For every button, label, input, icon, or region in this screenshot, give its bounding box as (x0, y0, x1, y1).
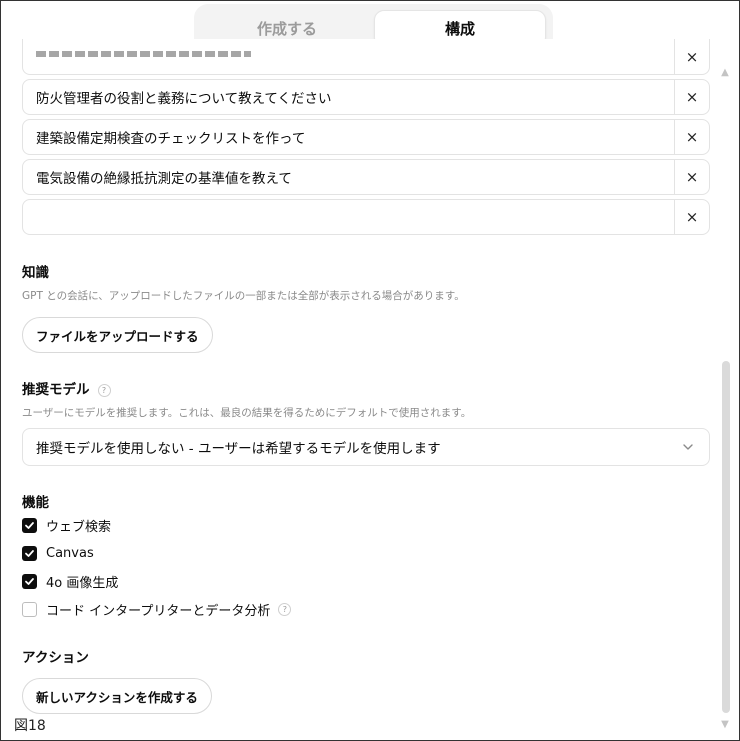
gpt-configure-panel: 作成する 構成 × 防火管理者の役割と義務について教えてください × 建築設備定… (0, 0, 740, 741)
help-icon[interactable]: ? (278, 602, 292, 616)
recommended-model-description: ユーザーにモデルを推奨します。これは、最良の結果を得るためにデフォルトで使用され… (22, 407, 472, 419)
check-icon (25, 521, 34, 529)
capability-canvas[interactable]: Canvas (22, 543, 94, 563)
starter-row-partial: × (22, 39, 710, 75)
starter-row: 建築設備定期検査のチェックリストを作って × (22, 119, 710, 155)
checkbox-checked[interactable] (22, 573, 37, 589)
recommended-model-select[interactable]: 推奨モデルを使用しない - ユーザーは希望するモデルを使用します (22, 428, 710, 466)
figure-caption: 図18 (14, 718, 46, 734)
scroll-up-arrow-icon[interactable]: ▲ (719, 67, 731, 79)
capabilities-heading: 機能 (22, 495, 49, 511)
starter-input-partial[interactable] (23, 39, 674, 74)
remove-starter-button[interactable]: × (674, 120, 709, 154)
check-icon (25, 549, 34, 557)
checkbox-checked[interactable] (22, 517, 37, 533)
capability-code-interpreter[interactable]: コード インタープリターとデータ分析 ? (22, 599, 292, 619)
starter-input[interactable]: 防火管理者の役割と義務について教えてください (23, 80, 674, 114)
remove-starter-button[interactable]: × (674, 39, 709, 74)
scrollbar-thumb[interactable] (722, 361, 730, 713)
capability-web-search[interactable]: ウェブ検索 (22, 515, 111, 535)
remove-starter-button[interactable]: × (674, 160, 709, 194)
checkbox-checked[interactable] (22, 545, 37, 561)
upload-files-button[interactable]: ファイルをアップロードする (22, 317, 213, 353)
help-icon[interactable]: ? (97, 383, 111, 397)
recommended-model-heading: 推奨モデル? (22, 378, 111, 398)
starter-row: 防火管理者の役割と義務について教えてください × (22, 79, 710, 115)
knowledge-heading: 知識 (22, 265, 49, 281)
remove-starter-button[interactable]: × (674, 80, 709, 114)
starter-input-empty[interactable] (23, 200, 674, 234)
checkbox-unchecked[interactable] (22, 601, 37, 617)
capability-image-generation[interactable]: 4o 画像生成 (22, 571, 118, 591)
capability-label: Canvas (46, 545, 94, 561)
capability-label: ウェブ検索 (46, 519, 112, 535)
starter-row: 電気設備の絶縁抵抗測定の基準値を教えて × (22, 159, 710, 195)
starter-input[interactable]: 電気設備の絶縁抵抗測定の基準値を教えて (23, 160, 674, 194)
check-icon (25, 577, 34, 585)
chevron-down-icon (683, 444, 693, 450)
recommended-model-label: 推奨モデル (22, 382, 90, 398)
starter-input[interactable]: 建築設備定期検査のチェックリストを作って (23, 120, 674, 154)
remove-starter-button[interactable]: × (674, 200, 709, 234)
starter-row-empty: × (22, 199, 710, 235)
capability-label: 4o 画像生成 (46, 575, 119, 591)
scroll-down-arrow-icon[interactable]: ▼ (719, 719, 731, 731)
recommended-model-value: 推奨モデルを使用しない - ユーザーは希望するモデルを使用します (36, 441, 441, 457)
actions-heading: アクション (22, 650, 89, 666)
create-action-button[interactable]: 新しいアクションを作成する (22, 678, 212, 714)
knowledge-description: GPT との会話に、アップロードしたファイルの一部または全部が表示される場合があ… (22, 290, 465, 302)
capability-label: コード インタープリターとデータ分析 (46, 603, 271, 619)
